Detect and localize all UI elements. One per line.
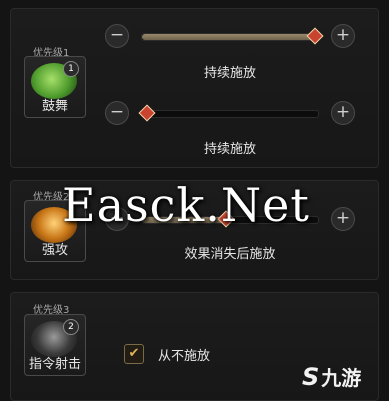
slider-handle[interactable] [306, 27, 324, 45]
logo-text: 九游 [321, 366, 362, 390]
priority-slider-1a[interactable]: − + [105, 24, 355, 48]
skill-name: 鼓舞 [41, 99, 68, 114]
slider-track[interactable] [141, 27, 324, 45]
priority-slider-1b[interactable]: − + [105, 101, 355, 125]
skill-slot-command-shot[interactable]: 2 指令射击 [24, 314, 86, 376]
slider-handle[interactable] [138, 104, 156, 122]
count-badge: 2 [63, 319, 79, 335]
decrease-button[interactable]: − [105, 24, 129, 48]
count-badge: 1 [63, 61, 79, 77]
increase-button[interactable]: + [331, 24, 355, 48]
logo-mark-icon: S [302, 363, 320, 391]
skill-slot-encourage[interactable]: 1 鼓舞 [24, 56, 86, 118]
increase-button[interactable]: + [331, 101, 355, 125]
skill-name: 强攻 [41, 243, 68, 258]
slider-fill [142, 34, 315, 40]
cast-mode-label: 持续施放 [203, 66, 256, 81]
cast-mode-label: 持续施放 [203, 142, 256, 157]
watermark: Easck.Net [62, 178, 310, 232]
never-cast-checkbox[interactable]: ✔ [124, 344, 144, 364]
slider-track[interactable] [138, 104, 319, 122]
skill-name: 指令射击 [28, 357, 81, 372]
decrease-button[interactable]: − [105, 101, 129, 125]
skill-panel-1: 优先级1 1 鼓舞 − + 持续施放 − + 持续施放 [0, 8, 389, 168]
increase-button[interactable]: + [331, 207, 355, 231]
never-cast-label: 从不施放 [158, 349, 211, 364]
cast-mode-label: 效果消失后施放 [184, 247, 276, 262]
site-logo: S 九游 [302, 362, 361, 391]
